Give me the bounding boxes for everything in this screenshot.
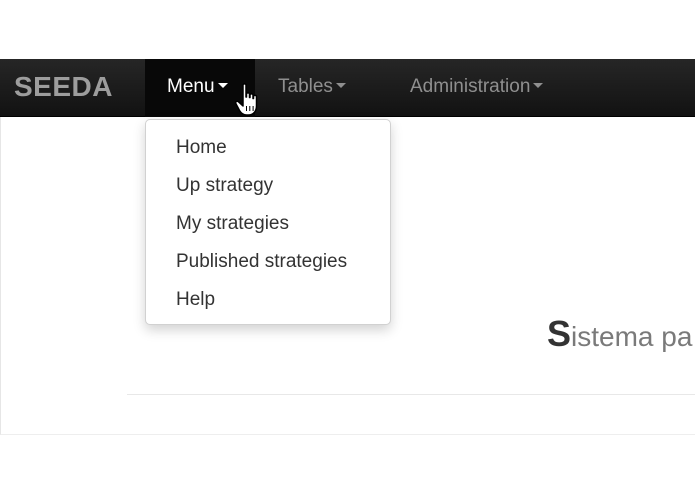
- hand-pointer-icon: [234, 83, 258, 116]
- nav-administration-label: Administration: [410, 76, 531, 97]
- brand-logo[interactable]: SEEDA: [14, 59, 113, 117]
- top-navbar: SEEDA Menu Tables Administration: [0, 59, 695, 117]
- headline-first-letter: S: [547, 313, 572, 354]
- nav-tables-dropdown-toggle[interactable]: Tables: [278, 59, 346, 117]
- caret-down-icon: [335, 82, 346, 88]
- caret-down-icon: [533, 82, 544, 88]
- page: SEEDA Menu Tables Administration Home Up…: [0, 0, 695, 494]
- nav-administration-dropdown-toggle[interactable]: Administration: [410, 59, 544, 117]
- dropdown-item-published-strategies[interactable]: Published strategies: [146, 243, 390, 281]
- menu-dropdown: Home Up strategy My strategies Published…: [145, 119, 391, 325]
- dropdown-item-help[interactable]: Help: [146, 281, 390, 319]
- dropdown-item-home[interactable]: Home: [146, 129, 390, 167]
- caret-down-icon: [217, 82, 228, 88]
- headline-text: istema pa: [571, 321, 693, 352]
- page-headline: Sistema pa: [547, 313, 692, 355]
- dropdown-item-my-strategies[interactable]: My strategies: [146, 205, 390, 243]
- nav-tables-label: Tables: [278, 76, 333, 97]
- nav-menu-label: Menu: [167, 76, 215, 97]
- divider: [127, 394, 695, 395]
- dropdown-item-up-strategy[interactable]: Up strategy: [146, 167, 390, 205]
